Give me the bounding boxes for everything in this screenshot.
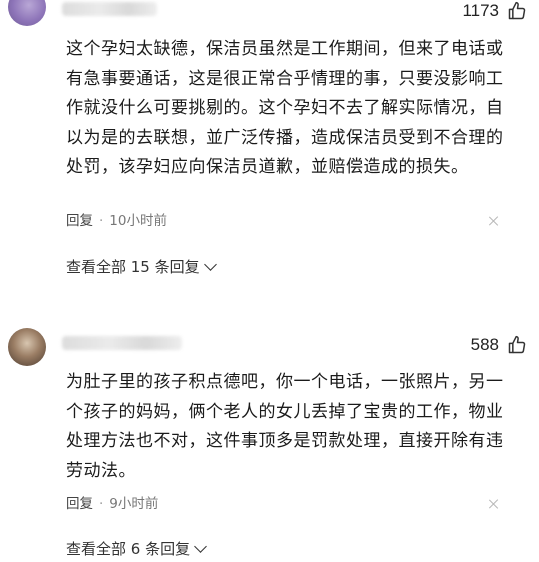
view-all-replies-button[interactable]: 查看全部 6 条回复: [66, 538, 207, 559]
comment-meta: 回复 · 10小时前: [66, 209, 167, 229]
close-icon[interactable]: [489, 499, 499, 509]
timestamp: 9小时前: [109, 496, 159, 512]
view-all-label: 查看全部 15 条回复: [66, 258, 200, 276]
thumbs-up-icon[interactable]: [507, 1, 527, 21]
like-count: 1173: [462, 1, 499, 20]
like-count: 588: [470, 335, 499, 354]
chevron-down-icon: [194, 540, 207, 553]
username-blurred[interactable]: [62, 2, 157, 16]
view-all-label: 查看全部 6 条回复: [66, 540, 191, 558]
comment-text: 这个孕妇太缺德，保洁员虽然是工作期间，但来了电话或有急事要通话，这是很正常合乎情…: [66, 39, 504, 177]
reply-button[interactable]: 回复: [66, 496, 93, 512]
separator: ·: [99, 496, 104, 512]
close-icon[interactable]: [489, 216, 499, 226]
avatar[interactable]: [8, 0, 46, 26]
username-blurred[interactable]: [62, 336, 182, 350]
comment-text: 为肚子里的孩子积点德吧，你一个电话，一张照片，另一个孩子的妈妈，俩个老人的女儿丢…: [66, 372, 504, 481]
comment-meta: 回复 · 9小时前: [66, 492, 158, 512]
view-all-replies-button[interactable]: 查看全部 15 条回复: [66, 256, 217, 277]
timestamp: 10小时前: [109, 213, 167, 229]
avatar[interactable]: [8, 328, 46, 366]
reply-button[interactable]: 回复: [66, 213, 93, 229]
thumbs-up-icon[interactable]: [507, 335, 527, 355]
separator: ·: [99, 213, 104, 229]
chevron-down-icon: [203, 258, 217, 271]
